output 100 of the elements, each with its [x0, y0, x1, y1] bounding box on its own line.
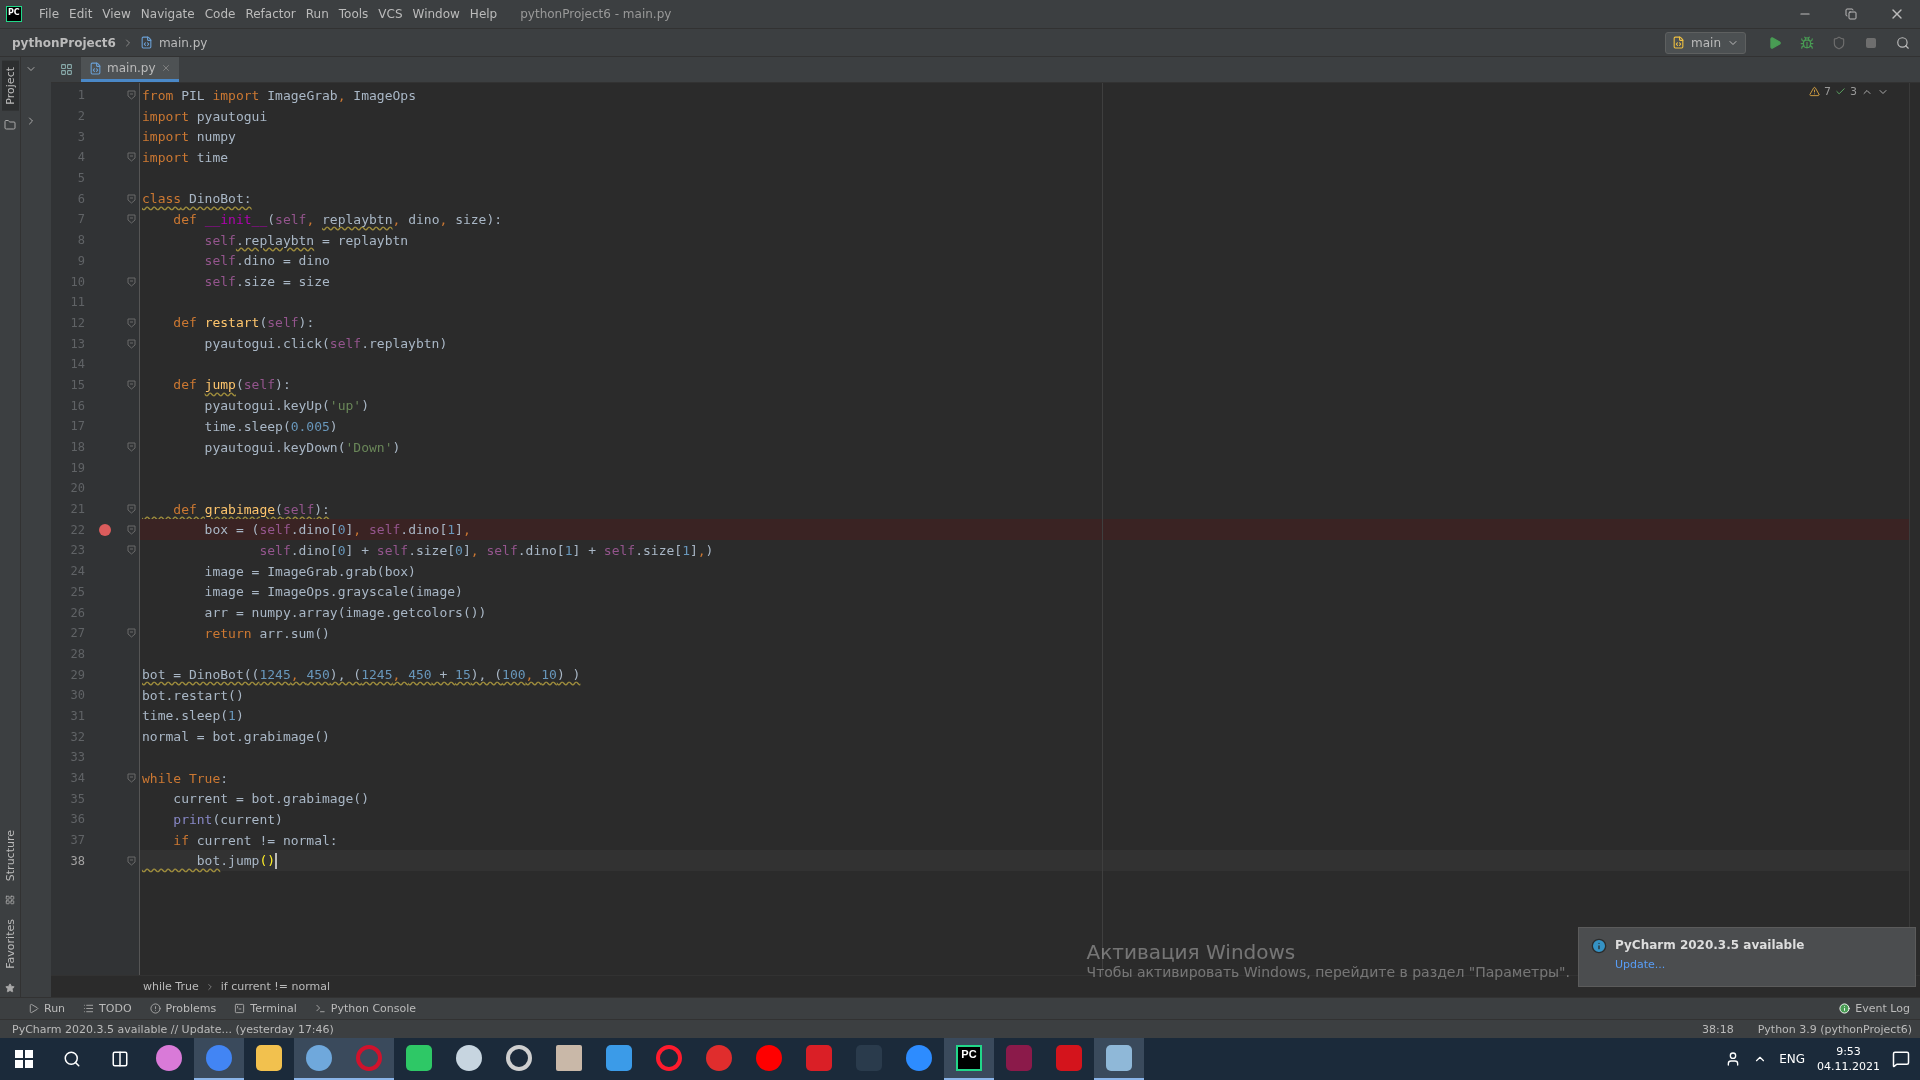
tool-window-button[interactable]: TODO: [83, 1002, 132, 1015]
python-file-icon: [139, 36, 153, 49]
code-line: box = (self.dino[0], self.dino[1],: [203, 521, 471, 540]
breakpoint-icon[interactable]: [99, 523, 111, 536]
project-tool-tab[interactable]: Project: [1, 61, 19, 111]
update-link[interactable]: Update...: [1615, 958, 1805, 971]
activation-title: Активация Windows: [1086, 940, 1297, 964]
windows-logo-icon[interactable]: [15, 1050, 33, 1068]
code-line: normal = bot.grabimage(): [142, 728, 330, 747]
tool-window-button[interactable]: Problems: [149, 1002, 217, 1015]
fold-marker-icon[interactable]: [126, 504, 136, 515]
code-line: if current != normal:: [172, 831, 338, 850]
window-title: pythonProject6 - main.py: [520, 7, 672, 21]
run-configuration-dropdown[interactable]: main: [1665, 31, 1746, 54]
code-line: while True:: [142, 769, 229, 788]
python-file-icon: [89, 61, 102, 75]
fold-marker-icon[interactable]: [126, 193, 136, 204]
menu-item[interactable]: Code: [199, 7, 241, 21]
taskbar-app-button[interactable]: [344, 1038, 394, 1080]
clock-date[interactable]: 04.11.2021: [1817, 1059, 1880, 1074]
file-breadcrumb[interactable]: main.py: [158, 35, 208, 50]
check-icon[interactable]: [1835, 86, 1846, 97]
fold-marker-icon[interactable]: [126, 379, 136, 390]
taskbar-app-button[interactable]: [194, 1038, 244, 1080]
code-line: import numpy: [142, 128, 236, 147]
code-line: bot.restart(): [142, 686, 244, 705]
fold-marker-icon[interactable]: [126, 545, 136, 556]
tool-window-tab[interactable]: Structure: [1, 824, 19, 888]
code-line: import time: [142, 148, 229, 167]
event-log-button[interactable]: Event Log: [1839, 1002, 1910, 1015]
code-line: self.replaybtn = replaybtn: [203, 231, 409, 250]
warning-icon[interactable]: [1809, 86, 1820, 97]
code-line: def restart(self):: [172, 314, 315, 333]
fold-marker-icon[interactable]: [126, 773, 136, 784]
status-message[interactable]: PyCharm 2020.3.5 available // Update... (yesterday 17:46): [12, 1022, 334, 1036]
code-line: image = ImageOps.grayscale(image): [203, 583, 463, 602]
code-line: self.dino = dino: [203, 252, 330, 271]
terminal-icon: [234, 1003, 246, 1014]
fold-marker-icon[interactable]: [126, 338, 136, 349]
code-line: from PIL import ImageGrab, ImageOps: [142, 86, 416, 105]
editor-tab[interactable]: main.py: [81, 57, 179, 82]
tool-window-button[interactable]: Run: [28, 1002, 66, 1015]
clock-time[interactable]: 9:53: [1836, 1044, 1861, 1059]
menu-item[interactable]: Edit: [64, 7, 98, 21]
restore-icon: [1845, 8, 1857, 20]
fold-marker-icon[interactable]: [126, 524, 136, 535]
code-line: class DinoBot:: [142, 190, 252, 209]
menu-item[interactable]: VCS: [373, 7, 408, 21]
activation-text: Чтобы активировать Windows, перейдите в раздел "Параметры".: [1086, 964, 1570, 980]
shield-icon: [1832, 35, 1846, 50]
info-icon: [1591, 938, 1607, 954]
close-icon[interactable]: [160, 63, 171, 73]
fold-marker-icon[interactable]: [126, 152, 136, 163]
code-line: self.dino[0] + self.size[0], self.dino[1] + self.size[1],): [258, 541, 714, 560]
layout-icon[interactable]: [59, 63, 73, 76]
structure-icon: [5, 895, 15, 906]
code-line: self.size = size: [203, 273, 330, 292]
notification-center-icon[interactable]: [1892, 1050, 1910, 1068]
fold-marker-icon[interactable]: [126, 628, 136, 639]
menu-item[interactable]: File: [34, 7, 65, 21]
taskbar-app-button[interactable]: PC: [944, 1038, 994, 1080]
code-line: return arr.sum(): [203, 624, 330, 643]
code-breadcrumb[interactable]: if current != normal: [220, 980, 330, 993]
fold-marker-icon[interactable]: [126, 855, 136, 866]
fold-marker-icon[interactable]: [126, 214, 136, 225]
search-icon: [1896, 35, 1910, 50]
menu-item[interactable]: Run: [300, 7, 334, 21]
weak-warning-count[interactable]: 3: [1850, 85, 1857, 98]
language-indicator[interactable]: ENG: [1779, 1052, 1805, 1066]
caret-position[interactable]: 38:18: [1702, 1022, 1734, 1036]
code-line: print(current): [172, 810, 283, 829]
code-breadcrumb[interactable]: while True: [143, 980, 199, 993]
fold-marker-icon[interactable]: [126, 317, 136, 328]
bug-icon: [1800, 35, 1814, 50]
tool-window-button[interactable]: Python Console: [314, 1002, 417, 1015]
tool-window-button[interactable]: Terminal: [234, 1002, 297, 1015]
star-icon: [5, 983, 15, 993]
code-line: time.sleep(1): [142, 707, 244, 726]
info-icon: [1839, 1003, 1851, 1014]
menu-item[interactable]: Help: [464, 7, 503, 21]
menu-item[interactable]: View: [97, 7, 136, 21]
menu-item[interactable]: Window: [407, 7, 465, 21]
notification-title: PyCharm 2020.3.5 available: [1615, 938, 1805, 952]
file-icon: [1672, 36, 1685, 49]
taskbar-app-button[interactable]: [294, 1038, 344, 1080]
fold-marker-icon[interactable]: [126, 276, 136, 287]
menu-item[interactable]: Navigate: [135, 7, 200, 21]
interpreter-label[interactable]: Python 3.9 (pythonProject6): [1757, 1022, 1912, 1036]
menu-item[interactable]: Tools: [333, 7, 374, 21]
alert-icon: [149, 1003, 161, 1014]
fold-marker-icon[interactable]: [126, 90, 136, 101]
search-icon: [63, 1050, 81, 1068]
code-line: arr = numpy.array(image.getcolors()): [203, 604, 487, 623]
task-view-icon: [111, 1050, 129, 1068]
project-breadcrumb[interactable]: pythonProject6: [12, 35, 116, 50]
taskbar-app-button[interactable]: [1094, 1038, 1144, 1080]
tool-window-tab[interactable]: Favorites: [1, 913, 19, 975]
fold-marker-icon[interactable]: [126, 442, 136, 453]
warning-count[interactable]: 7: [1824, 85, 1831, 98]
menu-item[interactable]: Refactor: [240, 7, 301, 21]
